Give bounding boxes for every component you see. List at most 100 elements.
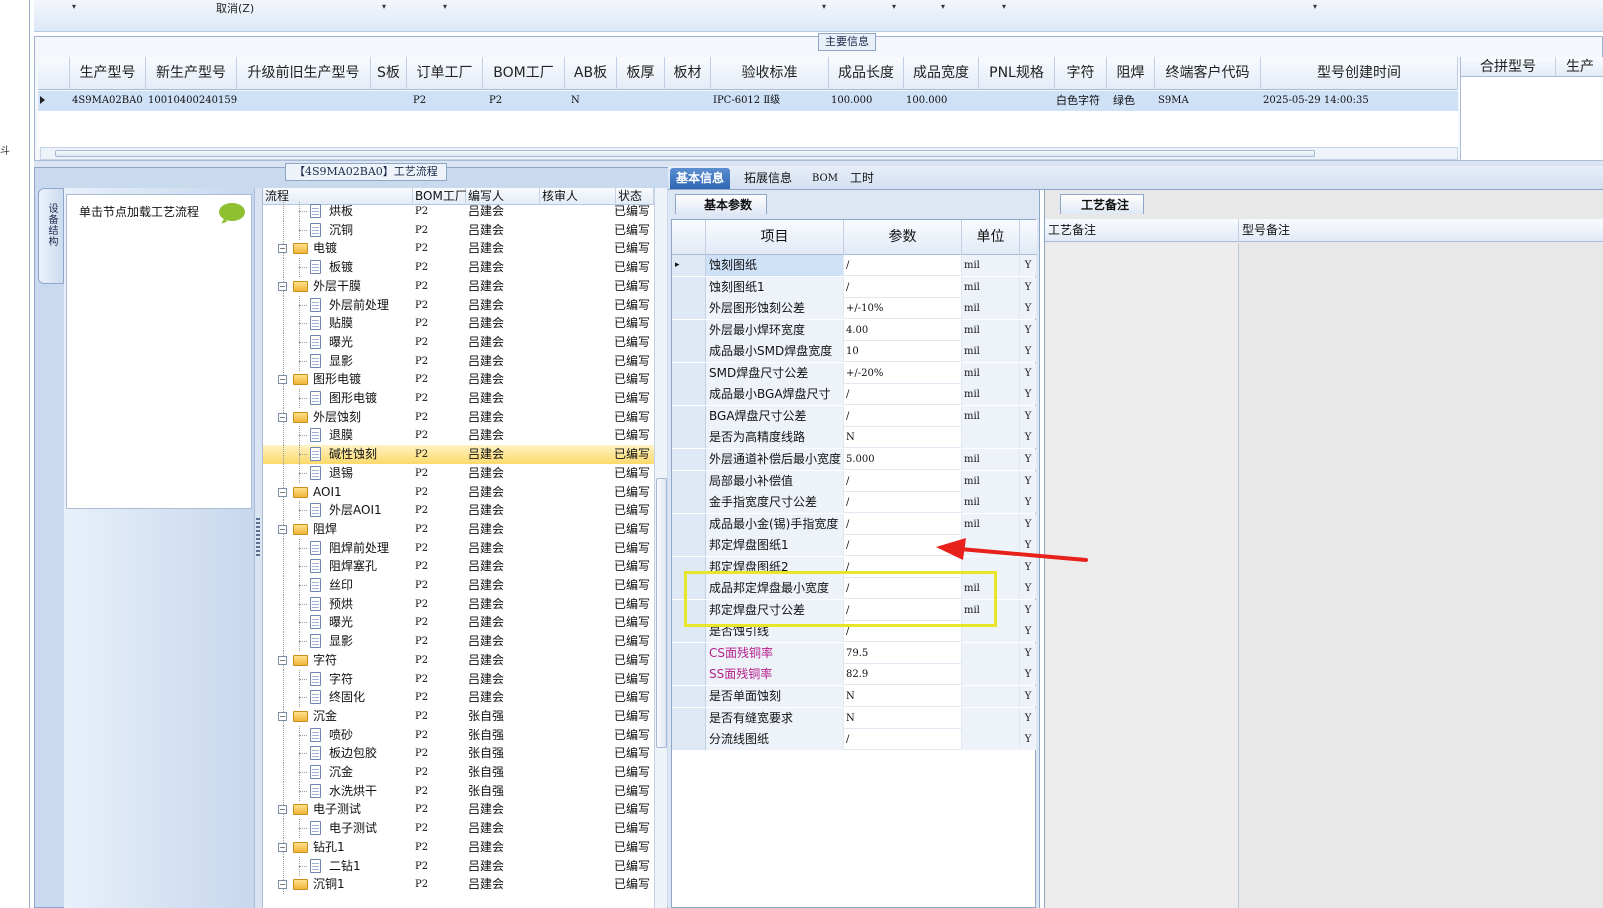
collapse-icon[interactable]: − bbox=[278, 244, 287, 254]
scrollbar-thumb[interactable] bbox=[55, 150, 1315, 157]
dropdown-arrow-icon[interactable]: ▾ bbox=[941, 2, 945, 11]
horizontal-scrollbar[interactable] bbox=[40, 147, 1458, 160]
cell-customer-code[interactable]: S9MA bbox=[1158, 91, 1189, 111]
tree-node[interactable]: − 阻焊 P2 吕建会 已编写 bbox=[263, 519, 667, 539]
param-value[interactable]: / bbox=[844, 255, 962, 276]
tree-node[interactable]: 显影 P2 吕建会 已编写 bbox=[263, 351, 667, 371]
tree-node[interactable]: 退膜 P2 吕建会 已编写 bbox=[263, 426, 667, 446]
row-header[interactable] bbox=[672, 384, 706, 406]
param-value[interactable]: 82.9 bbox=[844, 664, 962, 686]
process-remarks-field[interactable] bbox=[1045, 243, 1239, 908]
row-header[interactable] bbox=[672, 298, 706, 320]
cell-solder[interactable]: 绿色 bbox=[1113, 91, 1135, 111]
tree-node[interactable]: 烘板 P2 吕建会 已编写 bbox=[263, 202, 667, 221]
collapse-icon[interactable]: − bbox=[278, 524, 287, 534]
tree-node[interactable]: 阻焊塞孔 P2 吕建会 已编写 bbox=[263, 557, 667, 577]
tree-node[interactable]: 预烘 P2 吕建会 已编写 bbox=[263, 594, 667, 614]
collapse-icon[interactable]: − bbox=[278, 375, 287, 385]
row-header[interactable] bbox=[672, 492, 706, 514]
param-value[interactable]: 10 bbox=[844, 341, 962, 363]
column-header[interactable]: 参数 bbox=[844, 220, 962, 255]
table-row[interactable]: BGA焊盘尺寸公差 / mil Y bbox=[672, 405, 1037, 427]
column-header[interactable]: AB板 bbox=[565, 57, 617, 90]
cell-standard[interactable]: IPC-6012 Ⅱ级 bbox=[713, 91, 780, 111]
tab-basic-info[interactable]: 基本信息 bbox=[670, 168, 731, 189]
row-header[interactable] bbox=[672, 470, 706, 492]
cell-ab-board[interactable]: N bbox=[571, 91, 580, 111]
vertical-splitter[interactable] bbox=[254, 188, 262, 908]
tree-node[interactable]: 曝光 P2 吕建会 已编写 bbox=[263, 332, 667, 352]
tree-node[interactable]: 字符 P2 吕建会 已编写 bbox=[263, 669, 667, 689]
param-value[interactable]: +/-10% bbox=[844, 298, 962, 320]
tree-node[interactable]: 外层AOI1 P2 吕建会 已编写 bbox=[263, 501, 667, 521]
param-value[interactable]: 4.00 bbox=[844, 319, 962, 341]
collapse-icon[interactable]: − bbox=[278, 412, 287, 422]
dropdown-arrow-icon[interactable]: ▾ bbox=[443, 2, 447, 11]
row-header[interactable] bbox=[672, 405, 706, 427]
tree-node[interactable]: 图形电镀 P2 吕建会 已编写 bbox=[263, 389, 667, 408]
tab-work-hours[interactable]: 工时 bbox=[844, 168, 880, 189]
column-header[interactable]: 合拼型号 bbox=[1461, 57, 1556, 77]
cell-width[interactable]: 100.000 bbox=[906, 91, 947, 111]
param-value[interactable]: / bbox=[844, 405, 962, 427]
vertical-scrollbar[interactable] bbox=[654, 188, 667, 908]
column-header[interactable]: 字符 bbox=[1055, 57, 1107, 90]
tree-node[interactable]: 二钻1 P2 吕建会 已编写 bbox=[263, 856, 667, 876]
param-value[interactable]: N bbox=[844, 686, 962, 707]
table-row[interactable]: 成品最小BGA焊盘尺寸 / mil Y bbox=[672, 384, 1037, 406]
tree-node[interactable]: 终固化 P2 吕建会 已编写 bbox=[263, 688, 667, 708]
column-header[interactable]: 新生产型号 bbox=[146, 57, 237, 90]
row-header[interactable] bbox=[672, 427, 706, 449]
dropdown-arrow-icon[interactable]: ▾ bbox=[382, 2, 386, 11]
tree-node[interactable]: − 电子测试 P2 吕建会 已编写 bbox=[263, 800, 667, 820]
param-value[interactable]: 5.000 bbox=[844, 448, 962, 470]
table-row[interactable]: 是否为高精度线路 N Y bbox=[672, 427, 1037, 449]
tree-node[interactable]: 贴膜 P2 吕建会 已编写 bbox=[263, 314, 667, 334]
tree-node[interactable]: − 沉铜1 P2 吕建会 已编写 bbox=[263, 875, 667, 895]
tab-basic-params[interactable]: 基本参数 bbox=[675, 194, 768, 214]
column-header[interactable]: 阻焊 bbox=[1107, 57, 1155, 90]
column-header[interactable]: 终端客户代码 bbox=[1155, 57, 1261, 90]
dropdown-arrow-icon[interactable]: ▾ bbox=[892, 2, 896, 11]
table-row[interactable]: 成品最小SMD焊盘宽度 10 mil Y bbox=[672, 341, 1037, 363]
tree-node[interactable]: 碱性蚀刻 P2 吕建会 已编写 bbox=[263, 445, 667, 465]
tree-node[interactable]: − AOI1 P2 吕建会 已编写 bbox=[263, 482, 667, 502]
row-header[interactable] bbox=[672, 686, 706, 707]
column-header[interactable]: 验收标准 bbox=[711, 57, 829, 90]
param-value[interactable]: / bbox=[844, 729, 962, 751]
table-row[interactable]: 蚀刻图纸1/mil Y bbox=[672, 276, 1037, 298]
row-header[interactable] bbox=[672, 319, 706, 341]
collapse-icon[interactable]: − bbox=[278, 842, 287, 852]
column-header[interactable]: S板 bbox=[371, 57, 407, 90]
table-row[interactable]: 局部最小补偿值 / mil Y bbox=[672, 470, 1037, 492]
hint-box[interactable]: 单击节点加载工艺流程 bbox=[66, 194, 252, 509]
cell-char[interactable]: 白色字符 bbox=[1056, 91, 1100, 111]
column-header[interactable]: 工艺备注 bbox=[1045, 219, 1239, 242]
cell-bom-factory[interactable]: P2 bbox=[489, 91, 502, 111]
collapse-icon[interactable]: − bbox=[278, 805, 287, 815]
param-value[interactable]: N bbox=[844, 707, 962, 729]
dropdown-arrow-icon[interactable]: ▾ bbox=[822, 2, 826, 11]
tree-node[interactable]: 板镀 P2 吕建会 已编写 bbox=[263, 258, 667, 278]
column-header[interactable]: 订单工厂 bbox=[407, 57, 483, 90]
tree-node[interactable]: 丝印 P2 吕建会 已编写 bbox=[263, 576, 667, 595]
tree-node[interactable]: 喷砂 P2 张自强 已编写 bbox=[263, 725, 667, 745]
param-value[interactable]: / bbox=[844, 470, 962, 492]
column-header[interactable]: 成品宽度 bbox=[904, 57, 979, 90]
collapse-icon[interactable]: − bbox=[278, 655, 287, 665]
tree-node[interactable]: − 字符 P2 吕建会 已编写 bbox=[263, 650, 667, 670]
scrollbar-thumb[interactable] bbox=[656, 478, 667, 748]
table-row[interactable]: 是否单面蚀刻 N Y bbox=[672, 686, 1037, 707]
row-header[interactable] bbox=[672, 729, 706, 751]
tree-node[interactable]: 退锡 P2 吕建会 已编写 bbox=[263, 463, 667, 483]
tree-node[interactable]: 板边包胶 P2 张自强 已编写 bbox=[263, 744, 667, 764]
collapse-icon[interactable]: − bbox=[278, 880, 287, 890]
collapse-icon[interactable]: − bbox=[278, 487, 287, 497]
column-header[interactable]: 板材 bbox=[665, 57, 711, 90]
column-header[interactable]: 项目 bbox=[706, 220, 844, 255]
table-row[interactable]: CS面残铜率 79.5 Y bbox=[672, 642, 1037, 664]
tree-node[interactable]: − 钻孔1 P2 吕建会 已编写 bbox=[263, 837, 667, 857]
row-header[interactable] bbox=[672, 276, 706, 298]
column-header[interactable]: BOM工厂 bbox=[483, 57, 565, 90]
table-row[interactable]: ▸ 蚀刻图纸 / mil Y bbox=[672, 255, 1037, 276]
